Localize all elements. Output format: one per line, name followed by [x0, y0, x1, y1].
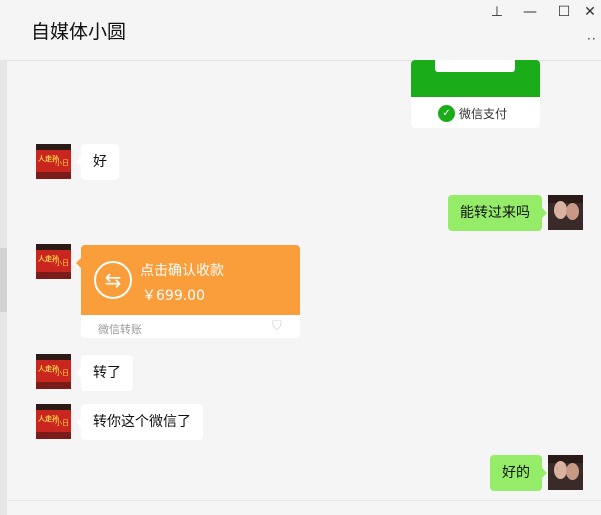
chat-title: 自媒体小圆 [31, 21, 127, 43]
transfer-arrows-icon: ⇆ [94, 261, 132, 299]
message-bubble[interactable]: 好 [76, 144, 119, 180]
wechat-pay-card[interactable]: ✓ 微信支付 [411, 60, 540, 128]
message-input-area[interactable] [7, 501, 601, 515]
message-bubble-self[interactable]: 能转过来吗 [448, 195, 547, 231]
avatar[interactable]: 人走孙 小日 [36, 354, 71, 389]
transfer-card[interactable]: ⇆ 点击确认收款 ￥699.00 微信转账 ⛉ [81, 245, 300, 338]
chat-window: 自媒体小圆 ⊥ — ☐ ✕ ·· ✓ 微信支付 人走孙 小日 好 能转过来吗 人… [0, 0, 601, 515]
avatar-self[interactable] [548, 455, 583, 490]
message-bubble[interactable]: 转你这个微信了 [76, 404, 203, 440]
scrollbar-thumb[interactable] [0, 248, 7, 312]
avatar-self[interactable] [548, 195, 583, 230]
transfer-title: 点击确认收款 [140, 263, 224, 279]
pay-card-label: 微信支付 [459, 107, 508, 121]
close-icon[interactable]: ✕ [578, 2, 601, 22]
transfer-card-header: ⇆ 点击确认收款 ￥699.00 [81, 245, 300, 315]
maximize-icon[interactable]: ☐ [552, 2, 576, 22]
more-options-icon[interactable]: ·· [587, 32, 597, 46]
left-panel-edge [0, 60, 7, 515]
avatar[interactable]: 人走孙 小日 [36, 244, 71, 279]
avatar[interactable]: 人走孙 小日 [36, 404, 71, 439]
wechat-pay-icon: ✓ [438, 105, 455, 122]
transfer-footer: 微信转账 [98, 323, 142, 336]
title-bar: 自媒体小圆 ⊥ — ☐ ✕ ·· [0, 0, 601, 61]
message-bubble-self[interactable]: 好的 [490, 455, 547, 491]
avatar[interactable]: 人走孙 小日 [36, 144, 71, 179]
minimize-icon[interactable]: — [518, 2, 542, 22]
qr-code-frame [435, 60, 515, 72]
pin-icon[interactable]: ⊥ [485, 2, 509, 22]
shield-icon: ⛉ [272, 319, 282, 334]
transfer-amount: ￥699.00 [142, 288, 205, 304]
message-bubble[interactable]: 转了 [76, 355, 133, 391]
